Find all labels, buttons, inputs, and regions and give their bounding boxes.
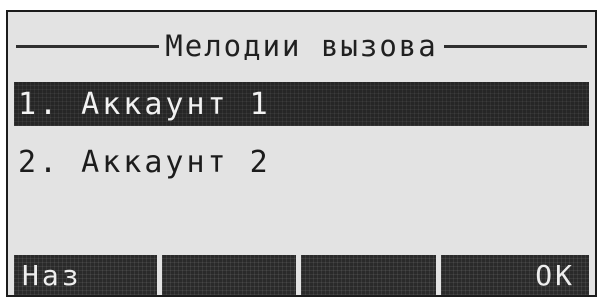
phone-bezel: Мелодии вызова 1. Аккаунт 1 2. Аккаунт 2… xyxy=(0,0,603,307)
menu-item-label: 2. Аккаунт 2 xyxy=(18,144,271,180)
softkey-2-button[interactable] xyxy=(161,255,296,295)
lcd-screen: Мелодии вызова 1. Аккаунт 1 2. Аккаунт 2… xyxy=(6,10,597,297)
softkey-back-label: Наз xyxy=(22,258,82,292)
title-divider-right xyxy=(443,44,587,48)
menu-item-account-1[interactable]: 1. Аккаунт 1 xyxy=(14,82,589,126)
menu-item-label: 1. Аккаунт 1 xyxy=(18,86,271,122)
softkey-ok-button[interactable]: OK xyxy=(440,255,590,295)
softkey-back-button[interactable]: Наз xyxy=(14,255,157,295)
title-bar: Мелодии вызова xyxy=(16,26,587,66)
screen-title: Мелодии вызова xyxy=(165,29,438,63)
menu-item-account-2[interactable]: 2. Аккаунт 2 xyxy=(14,140,589,184)
title-divider-left xyxy=(16,44,160,48)
softkey-3-button[interactable] xyxy=(301,255,436,295)
softkey-ok-label: OK xyxy=(535,258,575,292)
softkey-bar: Наз OK xyxy=(14,255,589,295)
